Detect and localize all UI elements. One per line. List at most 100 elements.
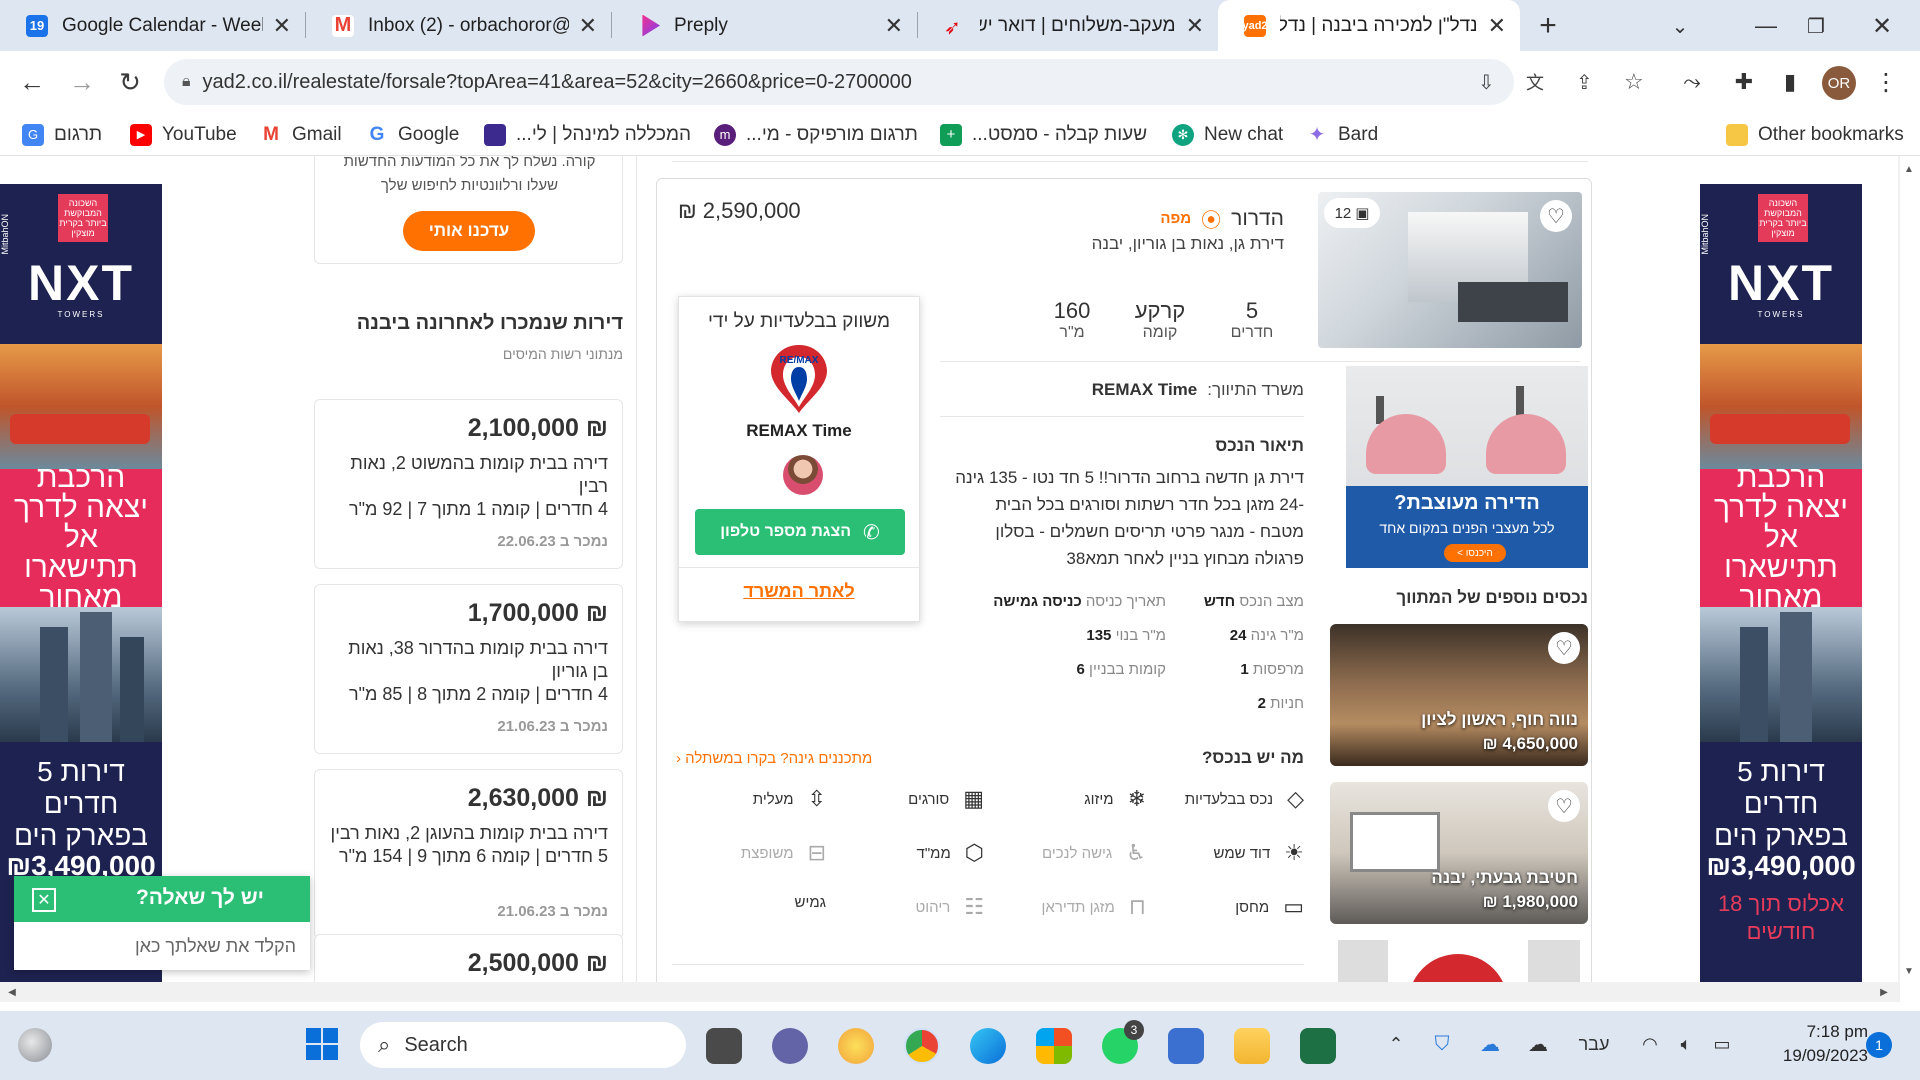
scroll-up-icon[interactable]: ▲ (1900, 160, 1918, 178)
sold-card[interactable]: ₪ 2,630,000 דירה בבית קומות בהעוגן 2, נא… (314, 769, 623, 939)
defender-icon[interactable]: ⛉ (1428, 1030, 1456, 1058)
volume-icon[interactable]: 🔈︎ (1672, 1030, 1700, 1058)
map-link[interactable]: מפה (1160, 210, 1191, 227)
close-tab-icon[interactable]: ✕ (273, 13, 291, 39)
show-phone-button[interactable]: הצגת מספר טלפון ✆ (695, 509, 905, 555)
forward-icon[interactable]: → (62, 62, 102, 102)
close-window-icon[interactable]: ✕ (1862, 6, 1902, 46)
excel-icon[interactable] (1300, 1028, 1336, 1064)
reload-icon[interactable]: ↻ (110, 62, 150, 102)
feature-accessibility: ♿︎ גישה לנכים (1041, 840, 1146, 865)
tab-preply[interactable]: Preply ✕ (612, 0, 917, 51)
close-tab-icon[interactable]: ✕ (1488, 13, 1506, 39)
ad-brand: NXT (1728, 255, 1834, 311)
photo-count[interactable]: 12 ▣ (1324, 198, 1380, 228)
chrome-icon[interactable] (904, 1028, 940, 1064)
bookmark-youtube[interactable]: ▶ YouTube (130, 121, 237, 148)
wifi-icon[interactable]: ◠ (1636, 1030, 1664, 1058)
task-view-icon[interactable] (706, 1028, 742, 1064)
bookmark-gmail[interactable]: M Gmail (260, 121, 342, 148)
update-me-button[interactable]: עדכנו אותי (403, 211, 535, 251)
menu-icon[interactable]: ⋮ (1866, 62, 1906, 102)
tab-gmail[interactable]: M Inbox (2) - orbachoror@gmail ✕ (306, 0, 611, 51)
design-promo-banner[interactable]: הדירה מעוצבת? לכל מעצבי הפנים במקום אחד … (1346, 366, 1588, 568)
tab-yad2[interactable]: yad2 נדל"ן למכירה ביבנה | נדל"ן ✕ (1218, 0, 1520, 51)
profile-avatar[interactable]: OR (1822, 66, 1856, 100)
battery-icon[interactable]: ▭ (1708, 1030, 1736, 1058)
teams-icon[interactable] (772, 1028, 808, 1064)
minimize-icon[interactable]: — (1746, 6, 1786, 46)
alert-text-1: קורה. נשלח לך את כל המודעות החדשות (343, 156, 596, 170)
scroll-right-icon[interactable]: ▶ (1876, 984, 1892, 1000)
listing-photo[interactable]: 12 ▣ ♡ (1318, 192, 1582, 348)
notification-badge[interactable]: 1 (1866, 1032, 1892, 1058)
edge-icon[interactable] (970, 1028, 1006, 1064)
clock[interactable]: 7:18 pm 19/09/2023 (1758, 1022, 1868, 1066)
widgets-icon[interactable] (18, 1028, 52, 1062)
restore-icon[interactable]: ❐ (1796, 6, 1836, 46)
remax-banner[interactable] (1338, 940, 1580, 982)
chat-close-icon[interactable]: ✕ (32, 888, 56, 912)
bookmark-college[interactable]: המכללה למינהל | לי... (484, 121, 691, 148)
bookmark-hours[interactable]: + שעות קבלה - סמסט... (940, 121, 1147, 148)
close-tab-icon[interactable]: ✕ (885, 13, 903, 39)
onedrive-icon[interactable]: ☁ (1524, 1030, 1552, 1058)
language-indicator[interactable]: עבר (1574, 1030, 1614, 1058)
tab-israel-post[interactable]: ➶ מעקב-משלוחים | דואר ישראל ✕ (918, 0, 1218, 51)
heart-icon[interactable]: ♡ (1548, 632, 1580, 664)
left-ad-banner[interactable]: השכונה המבוקשת ביותר בקרית מוצקין NXT TO… (0, 184, 162, 982)
listing-street-row: הדרור ⦿ מפה (1094, 204, 1284, 233)
close-tab-icon[interactable]: ✕ (579, 13, 597, 39)
ad-brand-sub: TOWERS (1757, 310, 1805, 319)
bard-icon: ✦ (1308, 124, 1326, 146)
property-card[interactable]: ♡ חטיבת גבעתי, יבנה ₪ 1,980,000 (1330, 782, 1588, 924)
heart-icon[interactable]: ♡ (1540, 200, 1572, 232)
map-pin-icon[interactable]: ⦿ (1201, 204, 1221, 233)
tab-google-calendar[interactable]: 19 Google Calendar - Week of ✕ (0, 0, 305, 51)
file-explorer-icon[interactable] (1234, 1028, 1270, 1064)
sold-card[interactable]: ₪ 2,100,000 דירה בבית קומות בהמשוט 2, נא… (314, 399, 623, 569)
page-scrollbar[interactable] (1898, 156, 1900, 982)
office-site-link[interactable]: לאתר המשרד (679, 581, 919, 602)
tray-chevron-icon[interactable]: ⌃ (1382, 1030, 1410, 1058)
promo-button[interactable]: היכנסו > (1444, 544, 1506, 562)
other-bookmarks[interactable]: Other bookmarks (1726, 121, 1904, 148)
bookmark-translate[interactable]: G תרגום (22, 121, 102, 148)
chat-input[interactable]: הקלד את שאלתך כאן (24, 936, 296, 957)
bookmark-morfix[interactable]: m תרגום מורפיקס - מי... (714, 121, 918, 148)
address-bar[interactable]: 🔒︎ yad2.co.il/realestate/forsale?topArea… (164, 59, 1644, 105)
back-icon[interactable]: ← (12, 62, 52, 102)
start-icon[interactable] (304, 1026, 340, 1062)
store-icon[interactable] (1036, 1028, 1072, 1064)
scroll-left-icon[interactable]: ◀ (4, 984, 20, 1000)
canary-icon[interactable] (838, 1028, 874, 1064)
sold-card[interactable]: ₪ 2,500,000 (314, 934, 623, 982)
bookmark-google[interactable]: G Google (366, 121, 460, 148)
extension-icon[interactable]: ⤳ (1672, 62, 1712, 102)
sync-icon[interactable]: ☁ (1476, 1030, 1504, 1058)
horizontal-scrollbar[interactable] (0, 982, 1900, 1002)
solar-icon: ☀ (1284, 840, 1304, 865)
tab-search-icon[interactable]: ⌄ (1660, 6, 1700, 46)
right-ad-banner[interactable]: השכונה המבוקשת ביותר בקרית מוצקין NXT TO… (1700, 184, 1862, 982)
scroll-down-icon[interactable]: ▼ (1900, 962, 1918, 980)
ad-photo-towers (0, 607, 162, 742)
side-panel-icon[interactable]: ▮ (1770, 62, 1810, 102)
bookmark-bard[interactable]: ✦ Bard (1306, 121, 1379, 148)
bookmark-new-chat[interactable]: ✻ New chat (1172, 121, 1283, 148)
heart-icon[interactable]: ♡ (1548, 790, 1580, 822)
share-icon[interactable]: ⇪ (1576, 70, 1593, 95)
ad-brand: NXT (28, 255, 134, 311)
translate-icon[interactable]: 文 (1526, 69, 1544, 95)
stat-area: 160 מ"ר (1053, 298, 1091, 341)
sold-card[interactable]: ₪ 1,700,000 דירה בבית קומות בהדרור 38, נ… (314, 584, 623, 754)
taskbar-search[interactable]: ⌕ Search (360, 1022, 686, 1068)
star-icon[interactable]: ☆ (1624, 69, 1644, 95)
close-tab-icon[interactable]: ✕ (1186, 13, 1204, 39)
new-tab-button[interactable]: + (1528, 6, 1568, 46)
property-card[interactable]: ♡ נווה חוף, ראשון לציון ₪ 4,650,000 (1330, 624, 1588, 766)
garden-link[interactable]: מתכננים גינה? בקרו במשתלה ‹ (676, 750, 872, 767)
puzzle-icon[interactable]: ✚ (1724, 62, 1764, 102)
vpn-icon[interactable] (1168, 1028, 1204, 1064)
install-icon[interactable]: ⇩ (1478, 70, 1495, 95)
